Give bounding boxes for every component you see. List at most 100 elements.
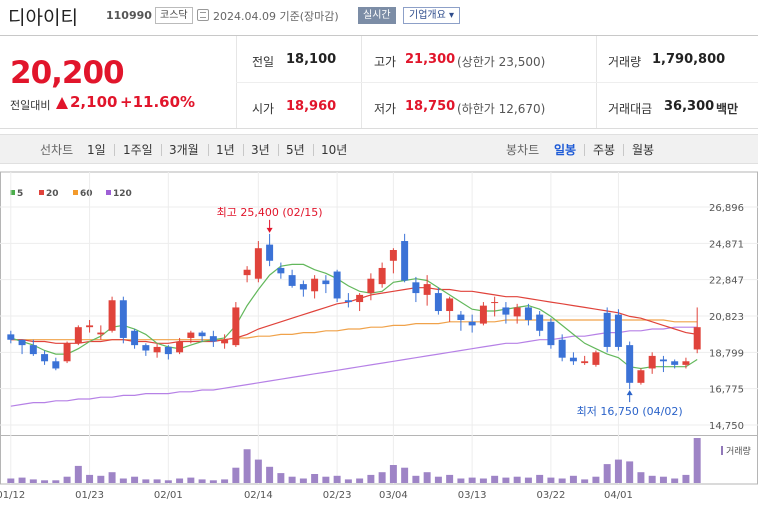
candle-body xyxy=(412,282,420,294)
candle-body xyxy=(209,336,217,342)
y-tick-label: 18,799 xyxy=(709,348,744,359)
volume-bar xyxy=(659,476,667,483)
candle-body xyxy=(164,346,172,355)
volume-bar xyxy=(74,465,82,483)
x-tick-label: 03/13 xyxy=(458,490,487,501)
y-tick-label: 26,896 xyxy=(709,203,744,214)
volume-bar xyxy=(434,476,442,483)
y-tick-label: 24,871 xyxy=(709,239,744,250)
volume-bar xyxy=(277,473,285,483)
volume-bar xyxy=(468,477,476,483)
volume-bar xyxy=(131,476,139,483)
candle-body xyxy=(311,278,319,292)
candle-body xyxy=(299,284,307,290)
candle-body xyxy=(288,275,296,286)
candle-body xyxy=(176,341,184,353)
candle-body xyxy=(513,307,521,317)
volume-bar xyxy=(389,465,397,483)
volume-bar xyxy=(63,476,71,483)
candle-body xyxy=(86,325,94,328)
candle-body xyxy=(502,307,510,315)
moving-average-line-ma120 xyxy=(10,326,698,407)
candle-body xyxy=(52,361,60,369)
volume-bar xyxy=(592,476,600,483)
candle-body xyxy=(254,248,262,279)
volume-bar xyxy=(401,467,409,483)
volume-legend-label: 거래량 xyxy=(726,447,751,457)
volume-bar xyxy=(637,472,645,483)
volume-bar xyxy=(29,479,37,483)
volume-legend: 거래량 xyxy=(721,444,751,457)
candle-body xyxy=(659,359,667,362)
volume-bar xyxy=(682,474,690,483)
candle-body xyxy=(18,339,26,346)
volume-bar xyxy=(299,478,307,483)
candle-body xyxy=(536,314,544,331)
candle-body xyxy=(569,357,577,362)
volume-bar xyxy=(266,466,274,483)
candle-body xyxy=(446,298,454,312)
candle-body xyxy=(581,361,589,364)
candle-body xyxy=(333,271,341,299)
volume-bar xyxy=(41,480,49,483)
volume-bar xyxy=(491,475,499,483)
y-tick-label: 20,823 xyxy=(709,312,744,323)
candlestick-chart[interactable]: 26,896 24,871 22,847 20,823 18,799 16,775 14,7… xyxy=(0,0,758,507)
candle-body xyxy=(468,321,476,326)
candle-body xyxy=(457,314,465,321)
volume-bar xyxy=(243,449,251,483)
candle-body xyxy=(29,345,37,355)
volume-bar xyxy=(603,464,611,483)
candle-body xyxy=(97,332,105,335)
candle-body xyxy=(626,345,634,383)
volume-bar xyxy=(221,479,229,483)
volume-bar xyxy=(614,459,622,483)
candle-body xyxy=(74,327,82,344)
candle-body xyxy=(524,307,532,321)
volume-bar xyxy=(176,478,184,483)
volume-bar xyxy=(7,478,15,483)
volume-bar xyxy=(513,476,521,483)
candle-body xyxy=(344,300,352,303)
volume-bar xyxy=(311,474,319,483)
volume-bar xyxy=(108,472,116,483)
candle-body xyxy=(637,370,645,383)
x-tick-label: 02/14 xyxy=(244,490,273,501)
candle-body xyxy=(378,267,386,285)
candle-body xyxy=(322,280,330,285)
volume-bar xyxy=(86,474,94,483)
candle-body xyxy=(479,305,487,324)
volume-bar xyxy=(423,472,431,483)
candle-body xyxy=(198,332,206,337)
candle-body xyxy=(592,352,600,365)
volume-bar xyxy=(457,478,465,483)
y-tick-label: 14,750 xyxy=(709,421,744,432)
volume-bar xyxy=(648,475,656,483)
volume-bar xyxy=(524,477,532,483)
volume-bar xyxy=(344,479,352,483)
candle-body xyxy=(119,300,127,338)
volume-bar xyxy=(153,479,161,483)
candle-body xyxy=(153,346,161,353)
volume-bar xyxy=(356,478,364,483)
high-arrow-head xyxy=(266,227,273,233)
candle-body xyxy=(693,327,701,350)
volume-bar xyxy=(333,475,341,483)
volume-bar xyxy=(626,461,634,483)
volume-bar xyxy=(142,479,150,483)
candle-body xyxy=(671,361,679,365)
volume-bar xyxy=(187,477,195,483)
y-tick-label: 22,847 xyxy=(709,276,744,287)
candle-body xyxy=(187,332,195,338)
candle-body xyxy=(648,355,656,369)
volume-bar xyxy=(479,478,487,483)
candle-body xyxy=(558,339,566,358)
volume-bar xyxy=(209,480,217,483)
candle-body xyxy=(108,300,116,331)
candle-body xyxy=(367,278,375,294)
volume-bar xyxy=(581,479,589,483)
volume-bar xyxy=(367,474,375,483)
volume-swatch xyxy=(721,446,723,455)
candle-body xyxy=(547,321,555,346)
candle-body xyxy=(423,284,431,295)
